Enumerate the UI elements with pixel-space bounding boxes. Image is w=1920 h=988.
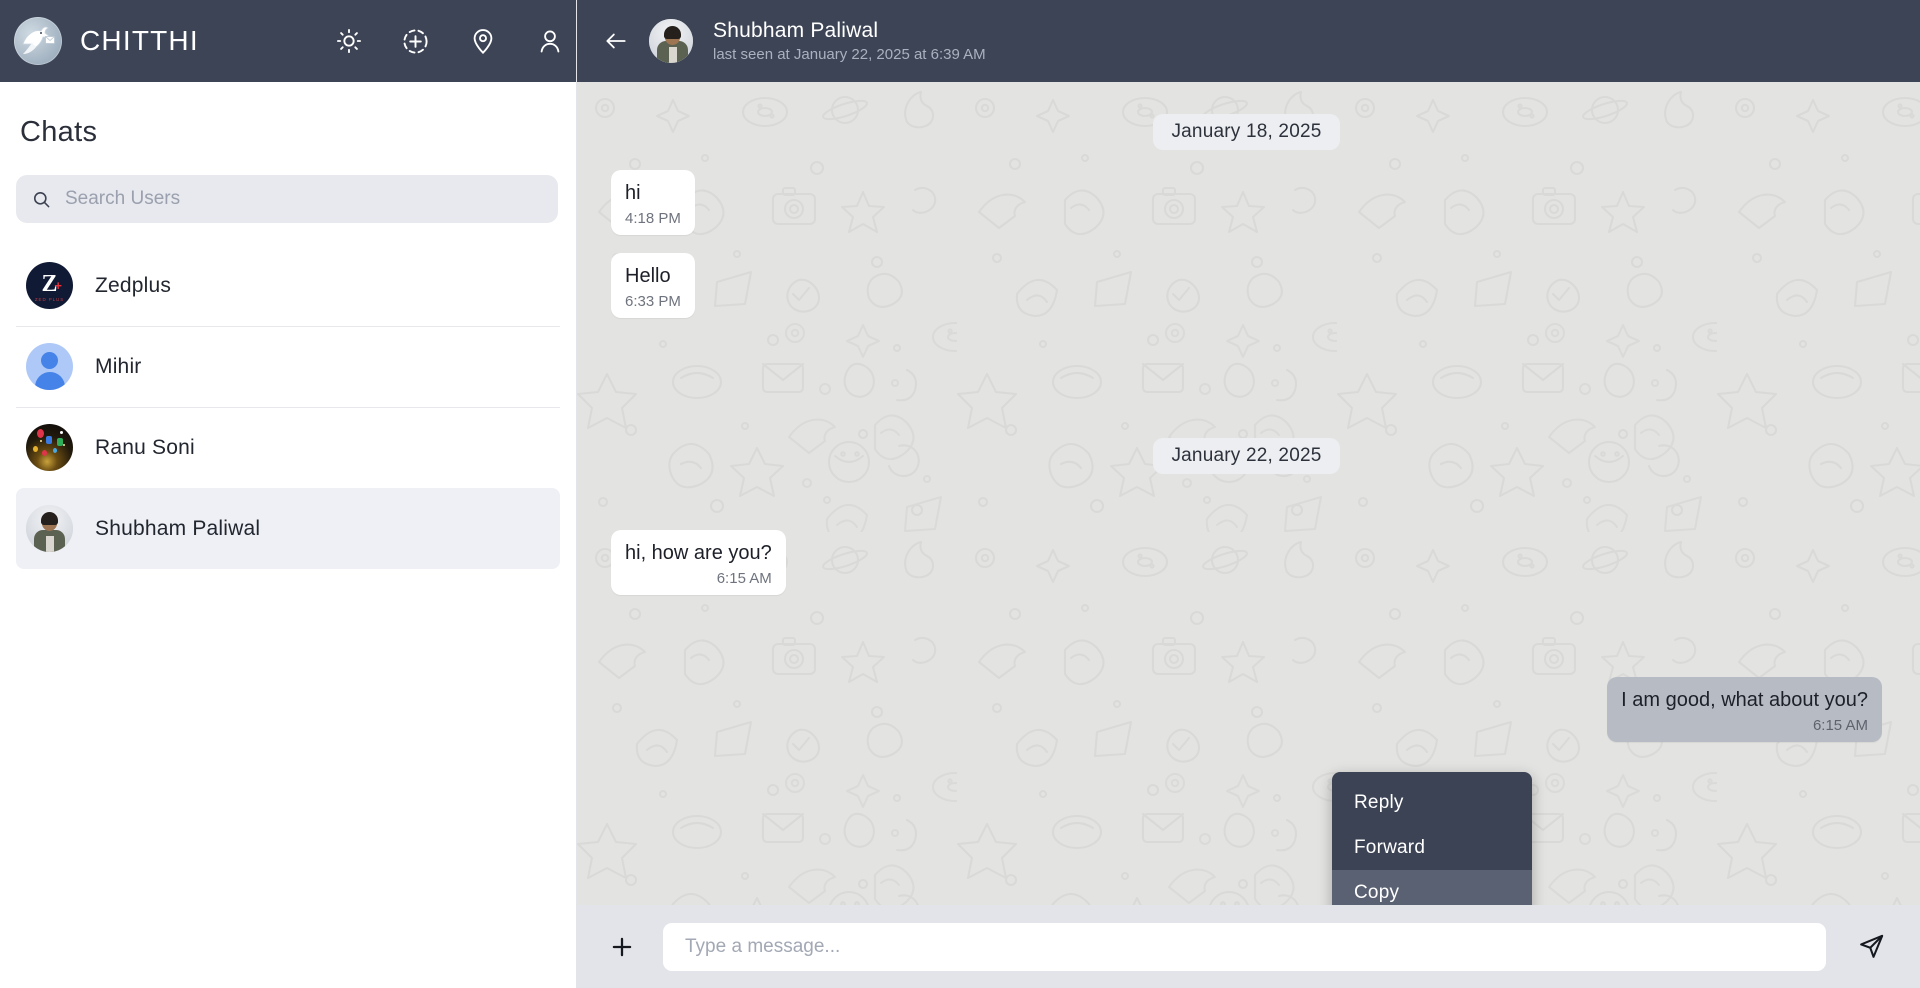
conversation-header: Shubham Paliwal last seen at January 22,… bbox=[577, 0, 1920, 82]
date-separator: January 18, 2025 bbox=[611, 114, 1882, 150]
avatar bbox=[26, 505, 73, 552]
search-icon bbox=[32, 190, 51, 209]
chat-item-name: Zedplus bbox=[95, 273, 172, 297]
message-text: Hello bbox=[625, 265, 671, 287]
search-input[interactable] bbox=[65, 188, 542, 210]
send-paper-plane-icon[interactable] bbox=[1848, 924, 1894, 970]
message-bubble-incoming[interactable]: hi, how are you? 6:15 AM bbox=[611, 530, 786, 595]
search-container bbox=[0, 149, 576, 223]
message-bubble-outgoing[interactable]: I am good, what about you? 6:15 AM bbox=[1607, 677, 1882, 742]
chat-list: Z + ZED PLUS Zedplus Mihir Ranu Soni Shu… bbox=[0, 245, 576, 569]
conversation-panel: Shubham Paliwal last seen at January 22,… bbox=[577, 0, 1920, 988]
message-time: 4:18 PM bbox=[625, 210, 681, 227]
brand-title: CHITTHI bbox=[80, 25, 199, 56]
contact-status: last seen at January 22, 2025 at 6:39 AM bbox=[713, 46, 986, 63]
header-icon-group bbox=[334, 26, 565, 56]
chat-application: CHITTHI Chats Search Users Z + ZED PLUS … bbox=[0, 0, 1920, 988]
avatar bbox=[26, 424, 73, 471]
sidebar-panel: CHITTHI Chats Search Users Z + ZED PLUS … bbox=[0, 0, 577, 988]
context-menu-item-forward[interactable]: Forward bbox=[1332, 825, 1532, 870]
page-title: Chats bbox=[20, 116, 98, 148]
chat-item-name: Shubham Paliwal bbox=[95, 516, 261, 540]
plus-icon[interactable] bbox=[599, 924, 645, 970]
message-text: hi bbox=[625, 182, 641, 204]
message-time: 6:15 AM bbox=[1812, 717, 1868, 734]
app-header: CHITTHI bbox=[0, 0, 576, 82]
avatar: Z + ZED PLUS bbox=[26, 262, 73, 309]
chat-item-name: Ranu Soni bbox=[95, 435, 195, 459]
context-menu-item-copy[interactable]: Copy bbox=[1332, 870, 1532, 905]
date-label: January 22, 2025 bbox=[1153, 438, 1340, 474]
message-row: I am good, what about you? 6:15 AM bbox=[611, 677, 1882, 742]
location-pin-icon[interactable] bbox=[468, 26, 498, 56]
message-context-menu: Reply Forward Copy bbox=[1332, 772, 1532, 905]
sidebar-item-zedplus[interactable]: Z + ZED PLUS Zedplus bbox=[16, 245, 560, 326]
message-bubble-incoming[interactable]: Hello 6:33 PM bbox=[611, 253, 695, 318]
avatar bbox=[26, 343, 73, 390]
sidebar-item-mihir[interactable]: Mihir bbox=[16, 326, 560, 407]
contact-meta: Shubham Paliwal last seen at January 22,… bbox=[713, 19, 986, 63]
sidebar-item-shubham-paliwal[interactable]: Shubham Paliwal bbox=[16, 488, 560, 569]
chat-item-name: Mihir bbox=[95, 354, 142, 378]
message-time: 6:33 PM bbox=[625, 293, 681, 310]
add-circle-icon[interactable] bbox=[401, 26, 431, 56]
profile-icon[interactable] bbox=[535, 26, 565, 56]
message-composer bbox=[577, 905, 1920, 988]
search-box[interactable] bbox=[16, 175, 558, 223]
brightness-icon[interactable] bbox=[334, 26, 364, 56]
message-list[interactable]: January 18, 2025 hi 4:18 PM Hello 6:33 P… bbox=[577, 82, 1920, 905]
message-input[interactable] bbox=[663, 922, 1826, 971]
dove-with-letter-logo-icon bbox=[14, 17, 62, 65]
message-row: Hello 6:33 PM bbox=[611, 253, 1882, 318]
sidebar-item-ranu-soni[interactable]: Ranu Soni bbox=[16, 407, 560, 488]
message-text: I am good, what about you? bbox=[1621, 689, 1868, 711]
message-row: hi, how are you? 6:15 AM bbox=[611, 530, 1882, 595]
contact-name: Shubham Paliwal bbox=[713, 19, 879, 42]
contact-avatar[interactable] bbox=[649, 19, 693, 63]
message-bubble-incoming[interactable]: hi 4:18 PM bbox=[611, 170, 695, 235]
message-time: 6:15 AM bbox=[716, 570, 772, 587]
date-label: January 18, 2025 bbox=[1153, 114, 1340, 150]
message-row: hi 4:18 PM bbox=[611, 170, 1882, 235]
date-separator: January 22, 2025 bbox=[611, 438, 1882, 474]
message-text: hi, how are you? bbox=[625, 542, 772, 564]
context-menu-item-reply[interactable]: Reply bbox=[1332, 780, 1532, 825]
back-arrow-icon[interactable] bbox=[603, 28, 629, 54]
